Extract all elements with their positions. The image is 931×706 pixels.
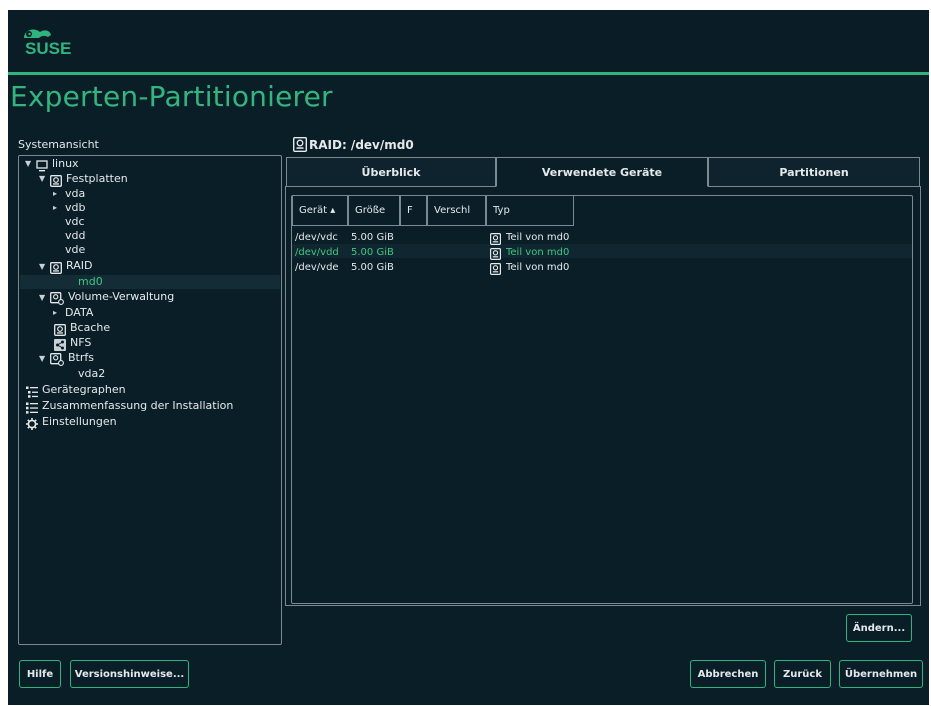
page-title: Experten-Partitionierer bbox=[10, 80, 333, 113]
back-button[interactable]: Zurück bbox=[774, 660, 831, 688]
cell-device: /dev/vdc bbox=[295, 232, 338, 243]
tree-item-nfs[interactable]: NFS bbox=[70, 336, 91, 349]
tree-item-vda2[interactable]: vda2 bbox=[78, 367, 105, 380]
chevron-down-icon[interactable]: ▼ bbox=[25, 159, 31, 168]
cell-size: 5.00 GiB bbox=[351, 262, 394, 273]
chevron-down-icon[interactable]: ▼ bbox=[39, 354, 45, 363]
chevron-down-icon[interactable]: ▼ bbox=[39, 293, 45, 302]
cell-type: Teil von md0 bbox=[506, 247, 570, 258]
top-banner: SUSE bbox=[8, 10, 929, 72]
tree-item-vdc[interactable]: vdc bbox=[65, 215, 85, 228]
suse-logo: SUSE bbox=[20, 24, 90, 62]
tree-item-vda[interactable]: vda bbox=[65, 187, 85, 200]
tree-item-linux[interactable]: linux bbox=[52, 157, 79, 170]
cell-size: 5.00 GiB bbox=[351, 247, 394, 258]
svg-text:SUSE: SUSE bbox=[25, 39, 71, 58]
tree-item-vdd[interactable]: vdd bbox=[65, 229, 85, 242]
column-header-size[interactable]: Größe bbox=[348, 196, 400, 226]
chevron-down-icon[interactable]: ▼ bbox=[39, 174, 45, 183]
tree-item-btrfs[interactable]: Btrfs bbox=[68, 351, 94, 364]
tree-item-md0[interactable]: md0 bbox=[78, 275, 103, 288]
chevron-right-icon[interactable]: ▸ bbox=[53, 189, 57, 198]
abort-button[interactable]: Abbrechen bbox=[690, 660, 766, 688]
header-divider bbox=[8, 72, 929, 75]
chevron-right-icon[interactable]: ▸ bbox=[53, 308, 57, 317]
column-header-device[interactable]: Gerät ▴ bbox=[292, 196, 348, 226]
help-button[interactable]: Hilfe bbox=[19, 660, 61, 688]
change-button[interactable]: Ändern... bbox=[846, 614, 912, 642]
cell-device: /dev/vde bbox=[295, 262, 339, 273]
release-notes-button[interactable]: Versionshinweise... bbox=[70, 660, 189, 688]
tree-item-einstellungen[interactable]: Einstellungen bbox=[42, 415, 117, 428]
system-view-label: Systemansicht bbox=[18, 138, 99, 151]
accept-button[interactable]: Übernehmen bbox=[839, 660, 923, 688]
tree-item-data[interactable]: DATA bbox=[65, 306, 93, 319]
cell-size: 5.00 GiB bbox=[351, 232, 394, 243]
raid-member-icon bbox=[490, 260, 502, 279]
cell-device: /dev/vdd bbox=[295, 247, 339, 258]
raid-icon bbox=[292, 136, 308, 156]
column-header-format[interactable]: F bbox=[400, 196, 427, 226]
chevron-down-icon[interactable]: ▼ bbox=[39, 262, 45, 271]
tab-ueberblick[interactable]: Überblick bbox=[286, 157, 496, 187]
tree-item-volume-verwaltung[interactable]: Volume-Verwaltung bbox=[68, 290, 174, 303]
cell-type: Teil von md0 bbox=[506, 232, 570, 243]
tree-item-vdb[interactable]: vdb bbox=[65, 201, 85, 214]
column-header-encrypted[interactable]: Verschl bbox=[427, 196, 486, 226]
tree-item-vde[interactable]: vde bbox=[65, 243, 85, 256]
chevron-right-icon[interactable]: ▸ bbox=[53, 203, 57, 212]
raid-icon bbox=[50, 259, 62, 278]
tab-partitionen[interactable]: Partitionen bbox=[708, 157, 920, 187]
gear-icon bbox=[26, 415, 38, 434]
tree-item-raid[interactable]: RAID bbox=[66, 259, 92, 272]
tree-item-bcache[interactable]: Bcache bbox=[70, 321, 110, 334]
column-header-type[interactable]: Typ bbox=[486, 196, 574, 226]
cell-type: Teil von md0 bbox=[506, 262, 570, 273]
tree-item-geraetegraphen[interactable]: Gerätegraphen bbox=[42, 383, 126, 396]
system-view-tree[interactable]: ▼ linux ▼ Festplatten ▸ vda ▸ vdb vdc vd… bbox=[18, 155, 282, 645]
tab-verwendete-geraete[interactable]: Verwendete Geräte bbox=[496, 157, 708, 187]
tree-item-festplatten[interactable]: Festplatten bbox=[66, 172, 128, 185]
volume-management-icon bbox=[50, 290, 64, 309]
btrfs-icon bbox=[50, 351, 64, 370]
device-heading: RAID: /dev/md0 bbox=[309, 138, 414, 152]
tree-item-zusammenfassung[interactable]: Zusammenfassung der Installation bbox=[42, 399, 233, 412]
